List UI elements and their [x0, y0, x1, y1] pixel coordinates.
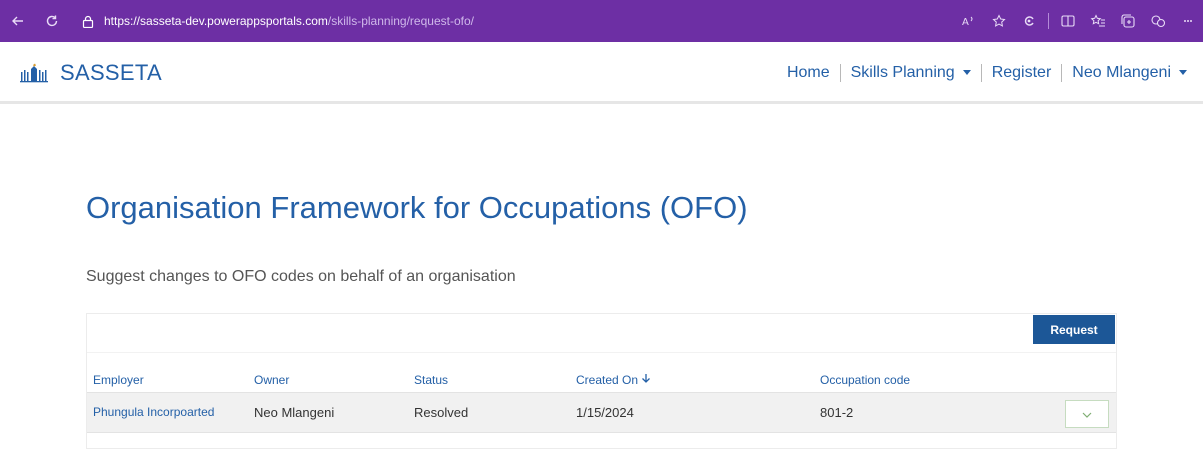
grid-toolbar: Request	[87, 314, 1116, 352]
cell-created-on: 1/15/2024	[576, 405, 634, 420]
cell-status: Resolved	[414, 405, 469, 420]
nav-skills-planning-label: Skills Planning	[850, 64, 955, 81]
column-header-status[interactable]: Status	[414, 373, 448, 387]
column-header-created-on[interactable]: Created On	[576, 373, 651, 387]
request-button[interactable]: Request	[1033, 315, 1115, 344]
url-text[interactable]: https://sasseta-dev.powerappsportals.com…	[104, 14, 474, 28]
favorites-bar-icon[interactable]	[1085, 8, 1111, 34]
browser-toolbar: https://sasseta-dev.powerappsportals.com…	[0, 0, 1203, 42]
collections-icon[interactable]	[1115, 8, 1141, 34]
read-aloud-icon[interactable]: A	[956, 8, 982, 34]
column-header-owner[interactable]: Owner	[254, 373, 289, 387]
favorite-icon[interactable]	[986, 8, 1012, 34]
brand[interactable]: SASSETA	[20, 60, 162, 86]
browser-toolbar-icons: A	[954, 0, 1203, 42]
cell-owner: Neo Mlangeni	[254, 405, 335, 420]
grid-header: Employer Owner Status Created On Occupat…	[87, 352, 1116, 392]
nav-separator	[839, 64, 841, 82]
split-screen-icon[interactable]	[1055, 8, 1081, 34]
top-nav: Home Skills Planning Register Neo Mlange…	[787, 64, 1187, 82]
url-path: /skills-planning/request-ofo/	[327, 14, 474, 28]
svg-text:A: A	[962, 17, 969, 27]
caret-down-icon	[1179, 70, 1187, 76]
nav-home[interactable]: Home	[787, 64, 830, 82]
cell-employer[interactable]: Phungula Incorpoarted	[93, 405, 214, 419]
cell-occupation-code: 801-2	[820, 405, 854, 420]
column-header-occupation-code[interactable]: Occupation code	[820, 373, 910, 387]
nav-separator	[980, 64, 982, 82]
entity-grid: Request Employer Owner Status Created On…	[86, 313, 1117, 449]
toolbar-separator	[1048, 13, 1049, 29]
row-actions-dropdown[interactable]	[1065, 400, 1109, 428]
nav-user-name: Neo Mlangeni	[1072, 64, 1171, 81]
nav-skills-planning[interactable]: Skills Planning	[851, 64, 971, 82]
caret-down-icon	[962, 70, 971, 76]
nav-separator	[1061, 64, 1063, 82]
table-row[interactable]: Phungula Incorpoarted Neo Mlangeni Resol…	[87, 392, 1116, 433]
more-icon[interactable]	[1175, 8, 1201, 34]
brand-name: SASSETA	[60, 60, 162, 85]
nav-register[interactable]: Register	[992, 64, 1052, 82]
reload-icon[interactable]	[38, 7, 66, 35]
sasseta-logo-icon	[20, 63, 52, 83]
lock-icon[interactable]	[80, 13, 96, 29]
nav-user-menu[interactable]: Neo Mlangeni	[1072, 64, 1187, 82]
back-icon[interactable]	[4, 7, 32, 35]
profile-icon[interactable]	[1145, 8, 1171, 34]
extensions-icon[interactable]	[1016, 8, 1042, 34]
column-header-employer[interactable]: Employer	[93, 373, 144, 387]
chevron-down-icon	[1082, 405, 1092, 423]
site-header: SASSETA Home Skills Planning Register Ne…	[0, 42, 1203, 104]
address-bar[interactable]: https://sasseta-dev.powerappsportals.com…	[80, 9, 960, 33]
page-title: Organisation Framework for Occupations (…	[86, 190, 748, 225]
url-host: https://sasseta-dev.powerappsportals.com	[104, 14, 328, 28]
page-subtitle: Suggest changes to OFO codes on behalf o…	[86, 268, 516, 285]
sort-descending-icon	[641, 373, 651, 387]
column-header-created-on-label: Created On	[576, 373, 639, 387]
